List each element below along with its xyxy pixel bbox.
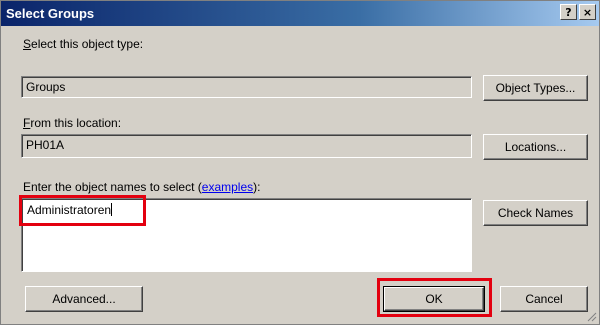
check-names-button[interactable]: Check Names: [483, 200, 588, 226]
close-button[interactable]: ×: [579, 4, 596, 20]
object-names-value: Administratoren: [27, 203, 112, 217]
locations-button[interactable]: Locations...: [483, 134, 588, 160]
object-names-label-prefix: Enter the object names to select (: [23, 180, 202, 194]
window-title: Select Groups: [6, 6, 95, 21]
examples-link[interactable]: examples: [202, 180, 253, 194]
title-bar[interactable]: Select Groups ? ×: [1, 1, 599, 26]
select-groups-dialog: Select Groups ? × Select this object typ…: [0, 0, 600, 325]
text-caret: [111, 203, 113, 216]
ok-button[interactable]: OK: [383, 286, 485, 312]
object-type-label: Select this object type:: [23, 37, 144, 51]
cancel-button[interactable]: Cancel: [500, 286, 588, 312]
object-names-input[interactable]: Administratoren: [21, 198, 472, 272]
object-type-field: Groups: [21, 76, 472, 98]
object-names-label: Enter the object names to select (exampl…: [23, 180, 260, 194]
location-label: From this location:: [23, 116, 122, 130]
object-names-label-suffix: ):: [253, 180, 261, 194]
resize-grip-icon[interactable]: [585, 310, 597, 322]
advanced-button[interactable]: Advanced...: [25, 286, 143, 312]
title-buttons: ? ×: [560, 4, 596, 20]
location-field: PH01A: [21, 134, 472, 158]
help-button[interactable]: ?: [560, 4, 577, 20]
object-types-button[interactable]: Object Types...: [483, 75, 588, 101]
